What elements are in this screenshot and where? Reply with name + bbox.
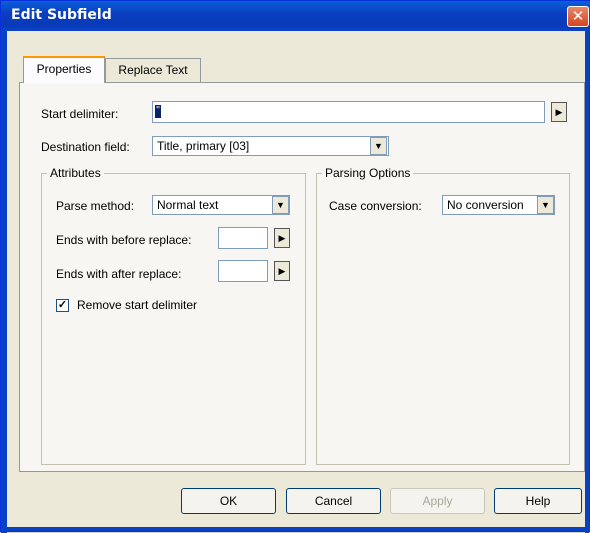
tab-replace-text-label: Replace Text	[118, 63, 188, 77]
chevron-down-icon: ▼	[374, 141, 383, 151]
close-icon: ✕	[571, 7, 585, 25]
tab-properties[interactable]: Properties	[23, 56, 105, 83]
chevron-down-icon: ▼	[541, 200, 550, 210]
arrow-right-icon: ▶	[278, 266, 286, 276]
tab-properties-label: Properties	[36, 62, 92, 76]
case-conversion-value: No conversion	[447, 198, 524, 212]
start-delimiter-arrow-button[interactable]: ▶	[551, 102, 567, 122]
cancel-button[interactable]: Cancel	[286, 488, 381, 514]
ok-button[interactable]: OK	[181, 488, 276, 514]
checkmark-icon: ✓	[57, 299, 68, 311]
ends-after-input[interactable]	[218, 260, 268, 282]
start-delimiter-label: Start delimiter:	[41, 107, 119, 121]
parsing-options-group	[316, 173, 570, 465]
ends-before-arrow-button[interactable]: ▶	[274, 228, 290, 248]
case-conversion-dropdown-button[interactable]: ▼	[537, 196, 554, 214]
apply-button-label: Apply	[422, 494, 453, 508]
parsing-options-group-title: Parsing Options	[322, 166, 414, 180]
ends-after-arrow-button[interactable]: ▶	[274, 261, 290, 281]
destination-dropdown-button[interactable]: ▼	[370, 137, 387, 155]
attributes-group-title: Attributes	[47, 166, 104, 180]
window-border-left	[1, 31, 7, 533]
remove-start-delimiter-checkbox[interactable]: ✓	[56, 299, 69, 312]
parse-method-select[interactable]: Normal text	[152, 195, 290, 215]
help-button[interactable]: Help	[494, 488, 582, 514]
start-delimiter-input[interactable]: "	[152, 101, 545, 123]
case-conversion-label: Case conversion:	[329, 199, 422, 213]
arrow-right-icon: ▶	[278, 233, 286, 243]
tab-replace-text[interactable]: Replace Text	[105, 58, 201, 82]
cancel-button-label: Cancel	[314, 494, 353, 508]
remove-start-delimiter-label: Remove start delimiter	[77, 298, 198, 312]
parse-method-value: Normal text	[157, 198, 219, 212]
help-button-label: Help	[525, 494, 551, 508]
destination-field-label: Destination field:	[41, 140, 130, 154]
ends-before-label: Ends with before replace:	[56, 233, 192, 247]
ok-button-label: OK	[219, 494, 238, 508]
window-title: Edit Subfield	[11, 7, 112, 23]
ends-after-label: Ends with after replace:	[56, 267, 182, 281]
parse-method-dropdown-button[interactable]: ▼	[272, 196, 289, 214]
chevron-down-icon: ▼	[276, 200, 285, 210]
attributes-group	[41, 173, 306, 465]
window-border-right	[585, 31, 589, 533]
apply-button: Apply	[390, 488, 485, 514]
start-delimiter-value: "	[155, 105, 161, 119]
edit-subfield-dialog: Edit Subfield ✕ Properties Replace Text …	[0, 0, 590, 533]
destination-field-value: Title, primary [03]	[157, 139, 250, 153]
ends-before-input[interactable]	[218, 227, 268, 249]
window-border-bottom	[1, 527, 590, 531]
arrow-right-icon: ▶	[555, 107, 563, 117]
destination-field-select[interactable]: Title, primary [03]	[152, 136, 389, 156]
close-button[interactable]: ✕	[567, 6, 589, 27]
parse-method-label: Parse method:	[56, 199, 135, 213]
title-bar[interactable]: Edit Subfield ✕	[1, 1, 590, 31]
